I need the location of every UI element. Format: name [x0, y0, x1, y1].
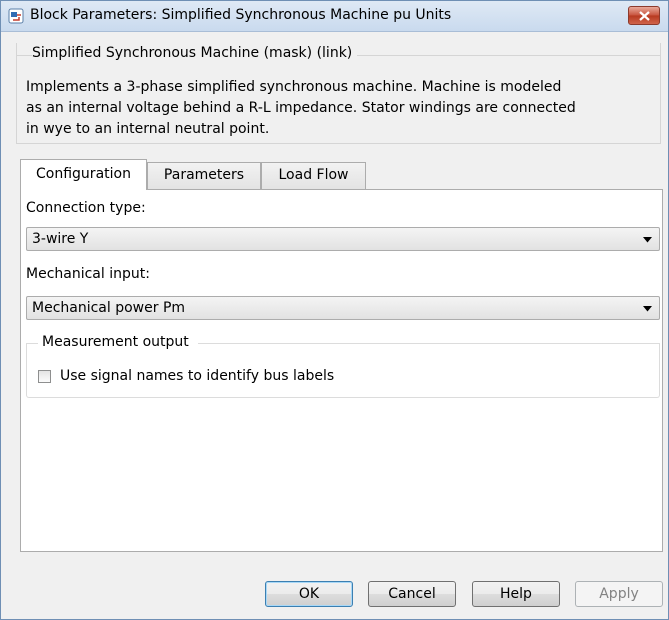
connection-type-dropdown[interactable]: 3-wire Y	[26, 227, 660, 251]
apply-button[interactable]: Apply	[575, 581, 663, 607]
tab-parameters[interactable]: Parameters	[147, 162, 261, 189]
measurement-output-header: Measurement output	[38, 334, 193, 350]
window-title: Block Parameters: Simplified Synchronous…	[30, 7, 452, 23]
mask-description: Implements a 3-phase simplified synchron…	[26, 79, 576, 137]
use-signal-names-label[interactable]: Use signal names to identify bus labels	[60, 368, 334, 384]
chevron-down-icon	[643, 306, 652, 312]
mask-header: Simplified Synchronous Machine (mask) (l…	[32, 45, 357, 61]
tab-load-flow[interactable]: Load Flow	[261, 162, 366, 189]
close-button[interactable]	[628, 6, 660, 25]
ok-button[interactable]: OK	[265, 581, 353, 607]
close-x-icon	[639, 11, 650, 21]
help-button[interactable]: Help	[472, 581, 560, 607]
group-border-line	[198, 343, 660, 344]
title-bar[interactable]: Block Parameters: Simplified Synchronous…	[1, 1, 668, 32]
chevron-down-icon	[643, 237, 652, 243]
group-border-line	[16, 55, 32, 56]
mechanical-input-label: Mechanical input:	[26, 266, 150, 282]
connection-type-value: 3-wire Y	[32, 231, 89, 247]
cancel-button[interactable]: Cancel	[368, 581, 456, 607]
use-signal-names-checkbox[interactable]	[38, 370, 51, 383]
group-border-line	[26, 343, 38, 344]
mechanical-input-dropdown[interactable]: Mechanical power Pm	[26, 296, 660, 320]
dialog-window: Block Parameters: Simplified Synchronous…	[0, 0, 669, 620]
tab-configuration[interactable]: Configuration	[20, 159, 147, 190]
group-border-line	[357, 55, 661, 56]
mechanical-input-value: Mechanical power Pm	[32, 300, 186, 316]
simulink-block-icon	[8, 8, 24, 24]
connection-type-label: Connection type:	[26, 200, 146, 216]
